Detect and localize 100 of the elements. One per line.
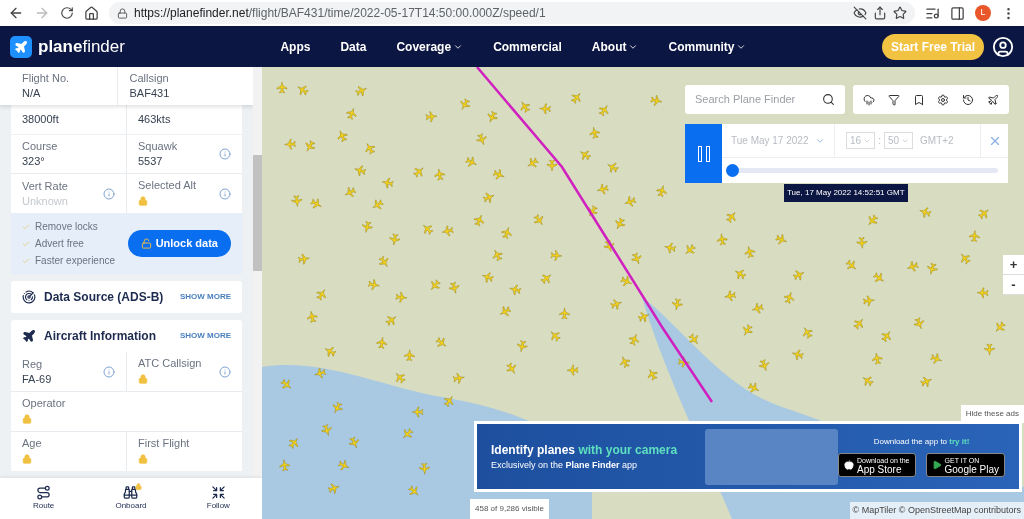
plane-marker-icon[interactable] xyxy=(868,214,878,226)
plane-marker-icon[interactable] xyxy=(482,192,495,203)
plane-marker-icon[interactable] xyxy=(802,327,813,339)
plane-marker-icon[interactable] xyxy=(927,262,938,275)
plane-marker-icon[interactable] xyxy=(441,225,454,237)
plane-marker-icon[interactable] xyxy=(624,196,637,207)
bookmark-icon[interactable] xyxy=(912,93,925,106)
plane-marker-icon[interactable] xyxy=(603,240,615,252)
plane-marker-icon[interactable] xyxy=(305,140,315,152)
plane-marker-icon[interactable] xyxy=(747,382,760,393)
zoom-out-button[interactable]: - xyxy=(1003,275,1024,295)
nav-link[interactable]: Apps xyxy=(280,37,311,56)
plane-marker-icon[interactable] xyxy=(443,396,454,408)
plane-marker-icon[interactable] xyxy=(919,207,932,218)
plane-marker-icon[interactable] xyxy=(396,373,406,384)
plane-marker-icon[interactable] xyxy=(559,307,570,320)
plane-marker-icon[interactable] xyxy=(862,376,874,387)
plane-marker-icon[interactable] xyxy=(650,95,663,106)
plane-marker-icon[interactable] xyxy=(735,269,747,280)
plane-marker-icon[interactable] xyxy=(976,287,989,299)
plane-marker-icon[interactable] xyxy=(465,156,477,167)
plane-marker-icon[interactable] xyxy=(539,103,551,114)
plane-marker-icon[interactable] xyxy=(378,255,389,267)
plane-marker-icon[interactable] xyxy=(314,367,327,379)
nav-link[interactable]: About xyxy=(591,37,639,56)
plane-marker-icon[interactable] xyxy=(656,185,667,198)
plane-marker-icon[interactable] xyxy=(276,81,288,94)
plane-marker-icon[interactable] xyxy=(969,230,980,242)
plane-marker-icon[interactable] xyxy=(995,321,1006,332)
info-icon[interactable] xyxy=(219,148,231,160)
plane-marker-icon[interactable] xyxy=(775,234,787,245)
plane-marker-icon[interactable] xyxy=(389,233,400,246)
plane-marker-icon[interactable] xyxy=(783,292,795,304)
info-icon[interactable] xyxy=(219,187,231,200)
search-box[interactable]: Search Plane Finder xyxy=(685,85,845,114)
plane-marker-icon[interactable] xyxy=(346,108,357,120)
media-icon[interactable] xyxy=(925,5,940,21)
plane-marker-icon[interactable] xyxy=(506,362,516,374)
plane-marker-icon[interactable] xyxy=(395,292,408,303)
plane-marker-icon[interactable] xyxy=(509,284,522,296)
plane-marker-icon[interactable] xyxy=(930,353,942,364)
plane-marker-icon[interactable] xyxy=(482,272,494,283)
plane-marker-icon[interactable] xyxy=(610,299,622,310)
plane-marker-icon[interactable] xyxy=(284,139,296,150)
plane-marker-icon[interactable] xyxy=(431,279,441,290)
plane-marker-icon[interactable] xyxy=(588,205,598,217)
plane-marker-icon[interactable] xyxy=(298,253,310,265)
plane-marker-icon[interactable] xyxy=(332,401,343,414)
plane-marker-icon[interactable] xyxy=(589,127,600,139)
plane-marker-icon[interactable] xyxy=(476,133,487,145)
plane-marker-icon[interactable] xyxy=(596,183,609,195)
plane-marker-icon[interactable] xyxy=(419,463,430,475)
info-icon[interactable] xyxy=(103,365,115,378)
plane-marker-icon[interactable] xyxy=(324,347,337,357)
plane-marker-icon[interactable] xyxy=(517,340,528,352)
show-more-link[interactable]: SHOW MORE xyxy=(179,291,231,303)
plane-marker-icon[interactable] xyxy=(717,233,728,246)
side-panel-icon[interactable] xyxy=(950,5,965,21)
plane-marker-icon[interactable] xyxy=(492,249,503,262)
plane-marker-icon[interactable] xyxy=(411,406,424,418)
plane-marker-icon[interactable] xyxy=(492,169,505,180)
nav-link[interactable]: Data xyxy=(340,37,367,56)
plane-marker-icon[interactable] xyxy=(435,337,447,347)
action-button[interactable]: Route xyxy=(13,485,74,512)
star-icon[interactable] xyxy=(893,6,907,20)
settings-icon[interactable] xyxy=(937,93,950,106)
plane-marker-icon[interactable] xyxy=(742,324,753,336)
plane-marker-icon[interactable] xyxy=(423,224,434,235)
plane-marker-icon[interactable] xyxy=(527,157,539,168)
plane-marker-icon[interactable] xyxy=(434,168,445,181)
plane-marker-icon[interactable] xyxy=(566,364,579,376)
plane-marker-icon[interactable] xyxy=(792,349,804,360)
plane-marker-icon[interactable] xyxy=(307,311,318,323)
plane-marker-icon[interactable] xyxy=(403,428,414,439)
plane-marker-icon[interactable] xyxy=(337,460,350,471)
plane-marker-icon[interactable] xyxy=(425,111,438,122)
plane-marker-icon[interactable] xyxy=(533,214,544,225)
action-button[interactable]: Onboard xyxy=(101,485,161,512)
plane-marker-icon[interactable] xyxy=(628,334,639,346)
plane-marker-icon[interactable] xyxy=(279,459,290,472)
plane-marker-icon[interactable] xyxy=(297,85,309,96)
plane-marker-icon[interactable] xyxy=(678,356,690,368)
plane-marker-icon[interactable] xyxy=(413,167,424,178)
plane-marker-icon[interactable] xyxy=(571,93,581,104)
plane-marker-icon[interactable] xyxy=(310,198,322,209)
plane-icon[interactable] xyxy=(986,93,999,106)
plane-marker-icon[interactable] xyxy=(984,343,995,356)
plane-marker-icon[interactable] xyxy=(487,110,498,123)
plane-marker-icon[interactable] xyxy=(348,436,359,449)
plane-marker-icon[interactable] xyxy=(460,98,471,110)
plane-marker-icon[interactable] xyxy=(365,143,376,155)
plane-marker-icon[interactable] xyxy=(499,306,512,316)
plane-marker-icon[interactable] xyxy=(372,199,384,210)
address-bar[interactable]: https://planefinder.net/flight/BAF431/time/2022-05-17T14:50:00.000Z/speed/1 xyxy=(109,2,915,24)
plane-marker-icon[interactable] xyxy=(321,424,332,436)
plane-marker-icon[interactable] xyxy=(724,290,737,301)
plane-marker-icon[interactable] xyxy=(672,298,683,311)
plane-marker-icon[interactable] xyxy=(978,209,989,220)
time-slider-thumb[interactable] xyxy=(726,164,739,177)
plane-marker-icon[interactable] xyxy=(752,303,764,314)
